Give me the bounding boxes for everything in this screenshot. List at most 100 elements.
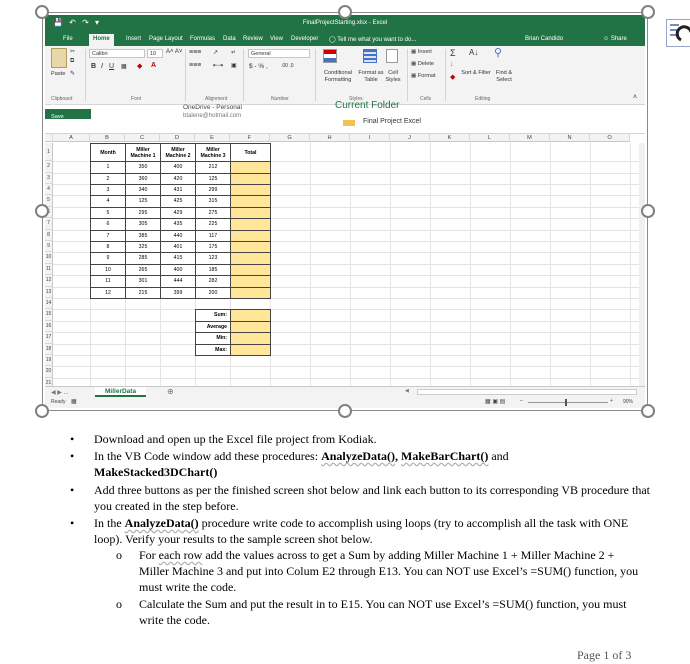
- orientation-icon[interactable]: ↗: [213, 49, 218, 56]
- row-header[interactable]: 9: [45, 241, 53, 253]
- tab-developer[interactable]: Developer: [291, 36, 318, 42]
- cut-icon[interactable]: ✂: [70, 48, 75, 55]
- font-color-icon[interactable]: A: [151, 62, 156, 69]
- zoom-slider[interactable]: [528, 402, 608, 403]
- layout-options-icon[interactable]: [666, 19, 690, 47]
- tab-review[interactable]: Review: [243, 36, 263, 42]
- conditional-formatting-label[interactable]: Conditional Formatting: [317, 70, 359, 84]
- table-data-cell[interactable]: 200: [195, 286, 231, 300]
- find-select-label[interactable]: Find & Select: [489, 70, 519, 84]
- tell-me-box[interactable]: ◯ Tell me what you want to do...: [329, 36, 416, 43]
- conditional-formatting-icon[interactable]: [323, 49, 337, 63]
- fill-icon[interactable]: ↓: [450, 61, 454, 68]
- column-header[interactable]: C: [125, 134, 160, 142]
- table-data-cell[interactable]: 399: [160, 286, 196, 300]
- column-header[interactable]: F: [230, 134, 270, 142]
- copy-icon[interactable]: ⧉: [70, 58, 74, 65]
- tab-page-layout[interactable]: Page Layout: [149, 36, 183, 42]
- row-header[interactable]: 14: [45, 298, 53, 310]
- resize-handle-top-right[interactable]: [641, 5, 655, 19]
- sheet-nav-arrows[interactable]: ◀ ▶ ...: [51, 389, 69, 396]
- cell-styles-label[interactable]: Cell Styles: [383, 70, 403, 84]
- column-header[interactable]: K: [430, 134, 470, 142]
- align-top-icon[interactable]: ≡≡≡: [189, 49, 201, 56]
- row-header[interactable]: 15: [45, 309, 53, 321]
- row-header[interactable]: 17: [45, 332, 53, 344]
- font-grow-shrink-icon[interactable]: A˄ A˅: [166, 49, 182, 55]
- resize-handle-bottom-right[interactable]: [641, 404, 655, 418]
- row-header[interactable]: 3: [45, 172, 53, 185]
- font-name-box[interactable]: Calibri: [89, 49, 145, 58]
- table-header-cell[interactable]: Total: [230, 143, 271, 163]
- resize-handle-top-left[interactable]: [35, 5, 49, 19]
- column-header[interactable]: M: [510, 134, 550, 142]
- row-header[interactable]: 10: [45, 252, 53, 264]
- delete-cells-button[interactable]: ▦ Delete: [411, 61, 434, 67]
- format-as-table-icon[interactable]: [363, 49, 377, 63]
- row-header[interactable]: 20: [45, 366, 53, 378]
- collapse-ribbon-icon[interactable]: ˄: [633, 94, 637, 101]
- borders-icon[interactable]: ▦: [121, 63, 127, 70]
- indent-icon[interactable]: ⇤⇥: [213, 62, 223, 69]
- table-data-cell[interactable]: 215: [125, 286, 161, 300]
- horizontal-scrollbar[interactable]: [417, 389, 637, 395]
- column-header[interactable]: I: [350, 134, 390, 142]
- save-label[interactable]: Save: [51, 114, 64, 120]
- new-sheet-icon[interactable]: ⊕: [167, 387, 174, 396]
- column-header[interactable]: B: [90, 134, 125, 142]
- select-all-corner[interactable]: [45, 134, 53, 142]
- resize-handle-top[interactable]: [338, 5, 352, 19]
- column-header[interactable]: G: [270, 134, 310, 142]
- row-header[interactable]: 7: [45, 218, 53, 230]
- insert-cells-button[interactable]: ▦ Insert: [411, 49, 432, 55]
- row-header[interactable]: 2: [45, 161, 53, 173]
- tab-file[interactable]: File: [63, 36, 73, 42]
- format-as-table-label[interactable]: Format as Table: [358, 70, 384, 84]
- column-header[interactable]: L: [470, 134, 510, 142]
- resize-handle-bottom[interactable]: [338, 404, 352, 418]
- column-header[interactable]: H: [310, 134, 350, 142]
- final-project-folder[interactable]: Final Project Excel: [363, 118, 421, 125]
- row-header[interactable]: 8: [45, 229, 53, 242]
- paste-label[interactable]: Paste: [51, 71, 65, 77]
- horizontal-scroll-left[interactable]: ◀: [405, 388, 409, 394]
- row-header[interactable]: 11: [45, 263, 53, 276]
- underline-icon[interactable]: U: [109, 63, 114, 70]
- zoom-out-icon[interactable]: –: [520, 398, 523, 404]
- resize-handle-left[interactable]: [35, 204, 49, 218]
- worksheet-grid[interactable]: ABCDEFGHIJKLMNO1234567891011121314151617…: [45, 134, 645, 391]
- sheet-tab-millerdata[interactable]: MillerData: [95, 387, 147, 397]
- zoom-in-icon[interactable]: +: [610, 398, 613, 404]
- zoom-level[interactable]: 90%: [623, 399, 633, 405]
- column-header[interactable]: N: [550, 134, 590, 142]
- align-left-icon[interactable]: ≡≡≡: [189, 62, 201, 69]
- summary-value-cell[interactable]: [230, 343, 271, 357]
- column-header[interactable]: D: [160, 134, 195, 142]
- vertical-scrollbar[interactable]: [639, 143, 645, 386]
- share-button[interactable]: ☺ Share: [603, 36, 627, 42]
- tab-home[interactable]: Home: [89, 34, 114, 46]
- table-header-cell[interactable]: Miller Machine 2: [160, 143, 196, 163]
- resize-handle-right[interactable]: [641, 204, 655, 218]
- open-label[interactable]: Open: [51, 104, 65, 110]
- autosum-icon[interactable]: Σ: [450, 48, 456, 58]
- macro-record-icon[interactable]: ▦: [71, 398, 77, 405]
- merge-center-icon[interactable]: ▣: [231, 62, 237, 69]
- zoom-thumb[interactable]: [565, 399, 567, 406]
- row-header[interactable]: 16: [45, 320, 53, 333]
- tab-data[interactable]: Data: [223, 36, 236, 42]
- formula-bar[interactable]: [45, 126, 645, 134]
- format-cells-button[interactable]: ▦ Format: [411, 73, 436, 79]
- column-header[interactable]: J: [390, 134, 430, 142]
- row-header[interactable]: 1: [45, 143, 53, 162]
- row-header[interactable]: 12: [45, 275, 53, 287]
- table-header-cell[interactable]: Miller Machine 3: [195, 143, 231, 163]
- number-format-box[interactable]: General: [248, 49, 310, 58]
- row-header[interactable]: 18: [45, 343, 53, 356]
- column-header[interactable]: E: [195, 134, 230, 142]
- font-size-box[interactable]: 10: [147, 49, 163, 58]
- fill-color-icon[interactable]: ◆: [137, 62, 142, 70]
- column-header[interactable]: A: [53, 134, 90, 142]
- tab-view[interactable]: View: [270, 36, 283, 42]
- tab-formulas[interactable]: Formulas: [190, 36, 215, 42]
